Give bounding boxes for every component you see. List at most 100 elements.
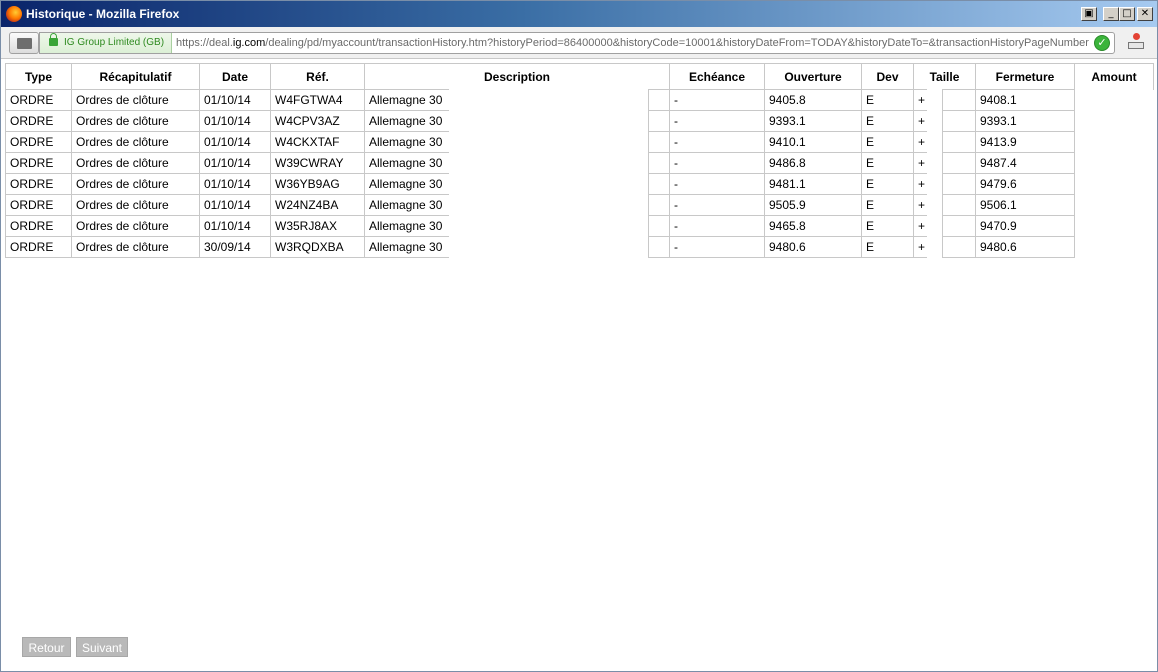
window-title: Historique - Mozilla Firefox	[26, 7, 180, 21]
check-icon[interactable]: ✓	[1094, 35, 1110, 51]
cell-spacer	[927, 90, 943, 111]
site-identity-label: IG Group Limited (GB)	[64, 37, 165, 48]
cell-spacer	[648, 236, 670, 258]
col-date[interactable]: Date	[199, 63, 271, 90]
col-description[interactable]: Description	[364, 63, 670, 90]
cell-ouverture: 9480.6	[764, 236, 862, 258]
tab-groups-button[interactable]	[9, 32, 39, 54]
cell-recap: Ordres de clôture	[71, 236, 200, 258]
cell-spacer	[449, 237, 649, 258]
table-header-row: Type Récapitulatif Date Réf. Description…	[5, 63, 1154, 90]
cell-spacer	[648, 194, 670, 216]
maximize-button[interactable]: □	[1119, 7, 1135, 21]
cell-ouverture: 9405.8	[764, 89, 862, 111]
cell-ref: W3RQDXBA	[270, 236, 365, 258]
minimize-button[interactable]: _	[1103, 7, 1119, 21]
cell-dev: E	[861, 194, 914, 216]
cell-taille: +	[913, 236, 927, 258]
addon-icon[interactable]	[1127, 33, 1145, 51]
cell-fermeture: 9506.1	[975, 194, 1075, 216]
cell-fermeture: 9413.9	[975, 131, 1075, 153]
cell-spacer	[449, 90, 649, 111]
cell-taille: +	[913, 89, 927, 111]
navigation-toolbar: IG Group Limited (GB) https://deal.ig.co…	[1, 27, 1157, 59]
col-ouverture[interactable]: Ouverture	[764, 63, 862, 90]
cell-ouverture: 9410.1	[764, 131, 862, 153]
col-fermeture[interactable]: Fermeture	[975, 63, 1075, 90]
firefox-icon	[6, 6, 22, 22]
cell-echeance: -	[669, 173, 765, 195]
cell-ouverture: 9486.8	[764, 152, 862, 174]
cell-taille: +	[913, 152, 927, 174]
table-row[interactable]: ORDRE Ordres de clôture 01/10/14 W35RJ8AX Al…	[5, 215, 1154, 237]
cell-spacer	[942, 194, 976, 216]
table-row[interactable]: ORDRE Ordres de clôture 01/10/14 W24NZ4BA Al…	[5, 194, 1154, 216]
cell-echeance: -	[669, 89, 765, 111]
table-row[interactable]: ORDRE Ordres de clôture 01/10/14 W36YB9AG Al…	[5, 173, 1154, 195]
cell-ref: W24NZ4BA	[270, 194, 365, 216]
table-row[interactable]: ORDRE Ordres de clôture 30/09/14 W3RQDXBA Al…	[5, 236, 1154, 258]
cell-dev: E	[861, 89, 914, 111]
next-page-button[interactable]: Suivant	[76, 637, 128, 657]
cell-spacer	[927, 195, 943, 216]
cell-dev: E	[861, 215, 914, 237]
cell-fermeture: 9487.4	[975, 152, 1075, 174]
cell-type: ORDRE	[5, 173, 72, 195]
cell-ref: W36YB9AG	[270, 173, 365, 195]
col-ref[interactable]: Réf.	[270, 63, 365, 90]
cell-type: ORDRE	[5, 194, 72, 216]
url-domain: ig.com	[232, 37, 266, 49]
site-identity[interactable]: IG Group Limited (GB)	[40, 33, 172, 53]
cell-ref: W35RJ8AX	[270, 215, 365, 237]
cell-echeance: -	[669, 215, 765, 237]
cell-description: Allemagne 30	[364, 215, 449, 237]
col-dev[interactable]: Dev	[861, 63, 914, 90]
cell-ref: W4CKXTAF	[270, 131, 365, 153]
cell-spacer	[648, 89, 670, 111]
cell-spacer	[942, 236, 976, 258]
col-taille[interactable]: Taille	[913, 63, 976, 90]
previous-page-button[interactable]: Retour	[22, 637, 71, 657]
cell-spacer	[927, 111, 943, 132]
cell-recap: Ordres de clôture	[71, 110, 200, 132]
cell-dev: E	[861, 173, 914, 195]
table-row[interactable]: ORDRE Ordres de clôture 01/10/14 W39CWRAY Al…	[5, 152, 1154, 174]
cell-ouverture: 9465.8	[764, 215, 862, 237]
col-type[interactable]: Type	[5, 63, 72, 90]
table-row[interactable]: ORDRE Ordres de clôture 01/10/14 W4CPV3AZ Al…	[5, 110, 1154, 132]
cell-type: ORDRE	[5, 236, 72, 258]
cell-spacer	[449, 132, 649, 153]
url-bar[interactable]: IG Group Limited (GB) https://deal.ig.co…	[39, 32, 1115, 54]
cell-type: ORDRE	[5, 110, 72, 132]
col-recap[interactable]: Récapitulatif	[71, 63, 200, 90]
cell-taille: +	[913, 110, 927, 132]
restore-pin-icon[interactable]: ▣	[1081, 7, 1097, 21]
transaction-table: Type Récapitulatif Date Réf. Description…	[5, 63, 1154, 258]
col-echeance[interactable]: Echéance	[669, 63, 765, 90]
cell-recap: Ordres de clôture	[71, 152, 200, 174]
cell-spacer	[449, 111, 649, 132]
url-text[interactable]: https://deal.ig.com/dealing/pd/myaccount…	[176, 37, 1090, 49]
cell-dev: E	[861, 236, 914, 258]
cell-echeance: -	[669, 194, 765, 216]
cell-description: Allemagne 30	[364, 194, 449, 216]
cell-spacer	[927, 174, 943, 195]
notification-dot	[1133, 33, 1140, 40]
cell-recap: Ordres de clôture	[71, 89, 200, 111]
close-button[interactable]: ✕	[1137, 7, 1153, 21]
table-row[interactable]: ORDRE Ordres de clôture 01/10/14 W4CKXTAF Al…	[5, 131, 1154, 153]
cell-spacer	[942, 89, 976, 111]
cell-recap: Ordres de clôture	[71, 131, 200, 153]
cell-dev: E	[861, 152, 914, 174]
cell-date: 01/10/14	[199, 131, 271, 153]
cell-spacer	[648, 152, 670, 174]
table-row[interactable]: ORDRE Ordres de clôture 01/10/14 W4FGTWA4 Al…	[5, 89, 1154, 111]
cell-ref: W4FGTWA4	[270, 89, 365, 111]
cell-type: ORDRE	[5, 131, 72, 153]
cell-spacer	[449, 216, 649, 237]
cell-date: 01/10/14	[199, 152, 271, 174]
cell-spacer	[942, 110, 976, 132]
col-amount[interactable]: Amount	[1074, 63, 1154, 90]
cell-recap: Ordres de clôture	[71, 173, 200, 195]
cell-spacer	[648, 110, 670, 132]
